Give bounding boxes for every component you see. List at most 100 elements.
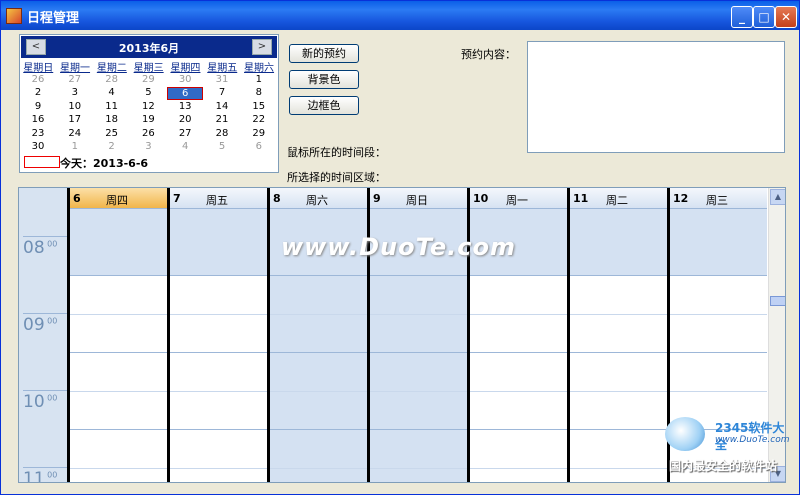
calendar-day[interactable]: 2 [94, 141, 130, 152]
time-slot[interactable] [570, 352, 667, 353]
background-color-button[interactable]: 背景色 [289, 70, 359, 89]
time-slot[interactable] [470, 467, 567, 469]
minimize-button[interactable]: _ [731, 6, 753, 28]
calendar-day[interactable]: 16 [20, 114, 56, 125]
time-slot[interactable] [370, 467, 467, 469]
time-slot[interactable] [670, 275, 767, 276]
time-slot[interactable] [670, 390, 767, 392]
time-slot[interactable] [670, 352, 767, 353]
day-header[interactable]: 8 周六 [270, 188, 367, 209]
calendar-day[interactable]: 5 [130, 87, 166, 98]
time-slot[interactable] [170, 429, 267, 430]
time-slot[interactable] [570, 429, 667, 430]
time-slot[interactable] [70, 429, 167, 430]
calendar-day[interactable]: 3 [57, 87, 93, 98]
next-month-button[interactable]: > [252, 39, 272, 55]
time-slot[interactable] [570, 467, 667, 469]
time-slot[interactable] [270, 352, 367, 353]
time-slot[interactable] [370, 429, 467, 430]
calendar-day[interactable]: 27 [167, 128, 203, 139]
time-slot[interactable] [570, 313, 667, 315]
time-slot[interactable] [370, 275, 467, 276]
calendar-day[interactable]: 8 [241, 87, 277, 98]
day-column[interactable]: 7 周五 [167, 188, 267, 482]
new-appointment-button[interactable]: 新的预约 [289, 44, 359, 63]
calendar-day[interactable]: 21 [204, 114, 240, 125]
calendar-day[interactable]: 4 [94, 87, 130, 98]
calendar-day[interactable]: 28 [94, 74, 130, 85]
maximize-button[interactable]: □ [753, 6, 775, 28]
calendar-day[interactable]: 28 [204, 128, 240, 139]
time-slot[interactable] [270, 275, 367, 276]
day-header[interactable]: 9 周日 [370, 188, 467, 209]
calendar-day[interactable]: 7 [204, 87, 240, 98]
calendar-day[interactable]: 19 [130, 114, 166, 125]
day-header[interactable]: 6 周四 [70, 188, 167, 209]
calendar-day[interactable]: 1 [241, 74, 277, 85]
calendar-day[interactable]: 23 [20, 128, 56, 139]
calendar-day[interactable]: 26 [130, 128, 166, 139]
time-slot[interactable] [470, 390, 567, 392]
border-color-button[interactable]: 边框色 [289, 96, 359, 115]
day-column[interactable]: 6 周四 [67, 188, 167, 482]
calendar-day[interactable]: 3 [130, 141, 166, 152]
calendar-day[interactable]: 27 [57, 74, 93, 85]
appointment-content-input[interactable] [527, 41, 785, 153]
time-slot[interactable] [470, 429, 567, 430]
calendar-day[interactable]: 6 [167, 87, 204, 101]
time-slot[interactable] [170, 390, 267, 392]
close-button[interactable]: ✕ [775, 6, 797, 28]
calendar-day[interactable]: 31 [204, 74, 240, 85]
time-slot[interactable] [470, 313, 567, 315]
calendar-day[interactable]: 30 [167, 74, 203, 85]
day-column[interactable]: 11 周二 [567, 188, 667, 482]
day-header[interactable]: 7 周五 [170, 188, 267, 209]
calendar-day[interactable]: 24 [57, 128, 93, 139]
time-slot[interactable] [470, 275, 567, 276]
day-header[interactable]: 10 周一 [470, 188, 567, 209]
calendar-day[interactable]: 30 [20, 141, 56, 152]
time-slot[interactable] [370, 352, 467, 353]
calendar-day[interactable]: 15 [241, 101, 277, 112]
time-slot[interactable] [70, 313, 167, 315]
title-bar[interactable]: 日程管理 _ □ ✕ [1, 1, 799, 30]
time-slot[interactable] [70, 275, 167, 276]
time-slot[interactable] [570, 275, 667, 276]
calendar-day[interactable]: 12 [130, 101, 166, 112]
time-slot[interactable] [170, 467, 267, 469]
calendar-day[interactable]: 13 [167, 101, 203, 112]
calendar-day[interactable]: 9 [20, 101, 56, 112]
time-slot[interactable] [670, 313, 767, 315]
calendar-day[interactable]: 29 [130, 74, 166, 85]
time-slot[interactable] [270, 390, 367, 392]
time-slot[interactable] [270, 429, 367, 430]
month-calendar[interactable]: < 2013年6月 > 星期日 星期一 星期二 星期三 星期四 星期五 星期六 26 27 28… [19, 34, 279, 173]
time-slot[interactable] [570, 390, 667, 392]
time-slot[interactable] [70, 352, 167, 353]
calendar-day[interactable]: 4 [167, 141, 203, 152]
calendar-day[interactable]: 5 [204, 141, 240, 152]
time-slot[interactable] [170, 313, 267, 315]
calendar-day[interactable]: 29 [241, 128, 277, 139]
calendar-day[interactable]: 22 [241, 114, 277, 125]
time-slot[interactable] [370, 313, 467, 315]
time-slot[interactable] [170, 275, 267, 276]
calendar-day[interactable]: 26 [20, 74, 56, 85]
scroll-thumb[interactable] [770, 296, 785, 306]
time-slot[interactable] [370, 390, 467, 392]
day-header[interactable]: 11 周二 [570, 188, 667, 209]
calendar-day[interactable]: 6 [241, 141, 277, 152]
calendar-day[interactable]: 20 [167, 114, 203, 125]
calendar-day[interactable]: 14 [204, 101, 240, 112]
calendar-day[interactable]: 11 [94, 101, 130, 112]
calendar-day[interactable]: 10 [57, 101, 93, 112]
time-slot[interactable] [270, 467, 367, 469]
scroll-up-icon[interactable]: ▲ [770, 189, 785, 205]
calendar-day[interactable]: 25 [94, 128, 130, 139]
time-slot[interactable] [470, 352, 567, 353]
calendar-day[interactable]: 18 [94, 114, 130, 125]
day-header[interactable]: 12 周三 [670, 188, 767, 209]
calendar-day[interactable]: 1 [57, 141, 93, 152]
calendar-day[interactable]: 17 [57, 114, 93, 125]
time-slot[interactable] [70, 467, 167, 469]
